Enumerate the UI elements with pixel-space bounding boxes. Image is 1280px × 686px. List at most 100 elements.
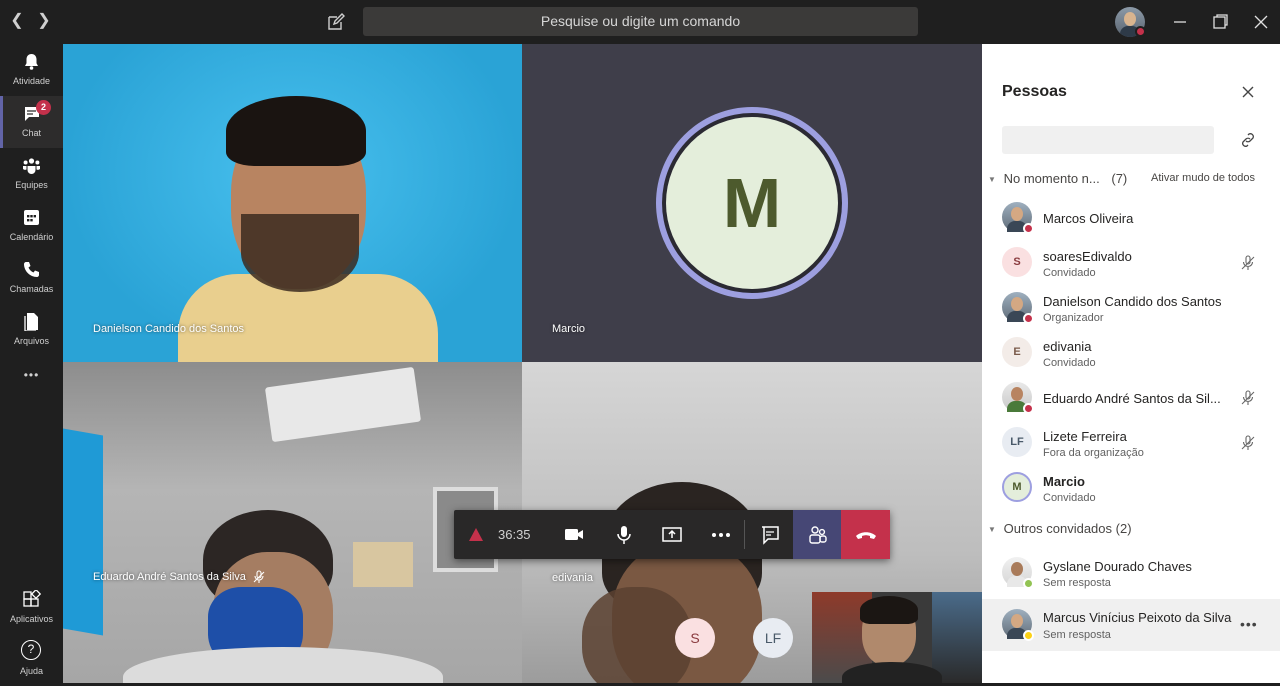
section-other-invitees[interactable]: ▼ Outros convidados (2) [988,521,1132,536]
avatar: E [1002,337,1032,367]
rail-label: Ajuda [19,666,44,676]
person-shoulders [842,662,942,683]
minimize-icon[interactable] [1168,10,1192,34]
avatar [1002,609,1034,641]
busy-status-icon [1023,403,1034,414]
rail-label: Chamadas [9,284,54,294]
maximize-icon[interactable] [1208,10,1232,34]
phone-icon [24,262,39,277]
rail-item-files[interactable]: Arquivos [0,304,63,356]
busy-status-icon [1023,223,1034,234]
participant-name: Marcus Vinícius Peixoto da Silva [1043,610,1232,625]
tile-name: edivania [552,572,593,584]
microphone-button[interactable] [599,510,647,559]
participant-role: Convidado [1043,492,1096,504]
help-icon: ? [21,640,41,660]
avatar: M [1002,472,1032,502]
invite-search-input[interactable] [1002,126,1214,154]
marcio-avatar: M [666,117,838,289]
call-controls: 36:35 [454,510,890,559]
more-options-icon[interactable]: ••• [1240,616,1258,632]
self-preview[interactable] [812,592,982,683]
rail-label: Arquivos [13,336,49,346]
forward-arrow-icon[interactable]: ❯ [35,12,53,30]
rail-item-activity[interactable]: Atividade [0,44,63,96]
more-apps-button[interactable]: ••• [0,356,63,396]
app-rail: Atividade 2 Chat Equipes Calendário Cham… [0,44,63,683]
panel-title: Pessoas [1002,83,1067,100]
participant-row[interactable]: M Marcio Convidado [982,466,1280,510]
mute-all-link[interactable]: Ativar mudo de todos [1151,172,1255,184]
more-actions-button[interactable] [696,510,744,559]
participant-row[interactable]: Eduardo André Santos da Sil... [982,376,1280,420]
participant-name: Eduardo André Santos da Sil... [1043,391,1221,406]
more-dots-icon [712,533,730,537]
available-status-icon [1023,578,1034,589]
participant-name: soaresEdivaldo [1043,249,1132,264]
title-bar: ❮ ❯ Pesquise ou digite um comando [0,0,1280,44]
busy-status-icon [1023,313,1034,324]
teams-icon [23,158,40,174]
participant-row[interactable]: Marcus Vinícius Peixoto da Silva Sem res… [982,599,1280,651]
participant-role: Sem resposta [1043,577,1111,589]
back-arrow-icon[interactable]: ❮ [8,12,26,30]
close-icon[interactable] [1240,84,1256,100]
small-avatar-lf[interactable]: LF [753,618,793,658]
participant-row[interactable]: Gyslane Dourado Chaves Sem resposta [982,551,1280,595]
hang-up-button[interactable] [841,510,890,559]
rail-item-help[interactable]: ? Ajuda [0,634,63,686]
tile-name: Danielson Candido dos Santos [93,323,245,335]
participant-row[interactable]: Danielson Candido dos Santos Organizador [982,286,1280,330]
section-label: No momento n... [1003,171,1100,186]
participants-button[interactable] [793,510,841,559]
video-tile-danielson[interactable]: Danielson Candido dos Santos [63,44,522,362]
rail-label: Atividade [12,76,51,86]
hang-up-icon [856,532,876,539]
small-avatar-s[interactable]: S [675,618,715,658]
more-dots-icon: ••• [23,368,40,382]
video-tile-marcio[interactable]: M Marcio [522,44,982,362]
participant-row[interactable]: E edivania Convidado [982,331,1280,375]
participant-row[interactable]: S soaresEdivaldo Convidado [982,241,1280,285]
busy-status-icon [1135,26,1146,37]
person-beard [241,214,359,292]
rail-label: Calendário [9,232,54,242]
rail-item-calls[interactable]: Chamadas [0,252,63,304]
share-button[interactable] [647,510,695,559]
conversation-icon [762,526,779,545]
participant-row[interactable]: LF Lizete Ferreira Fora da organização [982,421,1280,465]
camera-button[interactable] [549,510,597,559]
mic-off-icon[interactable] [1240,390,1256,406]
rail-item-chat[interactable]: 2 Chat [0,96,63,148]
close-window-icon[interactable] [1249,10,1273,34]
participant-name: Marcos Oliveira [1043,211,1134,226]
compose-icon[interactable] [326,12,346,32]
people-icon [809,526,827,544]
chevron-down-icon: ▼ [988,175,996,185]
person-hair [860,596,918,624]
rail-item-teams[interactable]: Equipes [0,148,63,200]
participant-row[interactable]: Marcos Oliveira [982,196,1280,240]
participant-role: Fora da organização [1043,447,1144,459]
mic-off-icon[interactable] [1240,255,1256,271]
rail-item-calendar[interactable]: Calendário [0,200,63,252]
mic-off-icon [253,570,265,583]
rail-label: Equipes [15,180,48,190]
avatar [1002,292,1034,324]
participant-name: Gyslane Dourado Chaves [1043,559,1192,574]
participant-role: Organizador [1043,312,1104,324]
chat-toggle-button[interactable] [745,510,793,559]
people-panel: Pessoas ▼ No momento n... (7) Ativar mud… [982,44,1280,683]
participant-role: Sem resposta [1043,629,1111,641]
mic-off-icon[interactable] [1240,435,1256,451]
search-input[interactable]: Pesquise ou digite um comando [363,7,918,36]
section-in-meeting[interactable]: ▼ No momento n... (7) [988,171,1127,186]
wall-certificate [353,542,413,587]
link-icon[interactable] [1240,132,1256,148]
participant-name: edivania [1043,339,1092,354]
rail-item-apps[interactable]: Aplicativos [0,582,63,634]
apps-icon [23,590,41,607]
rail-label: Aplicativos [9,614,54,624]
microphone-icon [617,526,631,544]
warning-icon[interactable] [469,528,483,541]
